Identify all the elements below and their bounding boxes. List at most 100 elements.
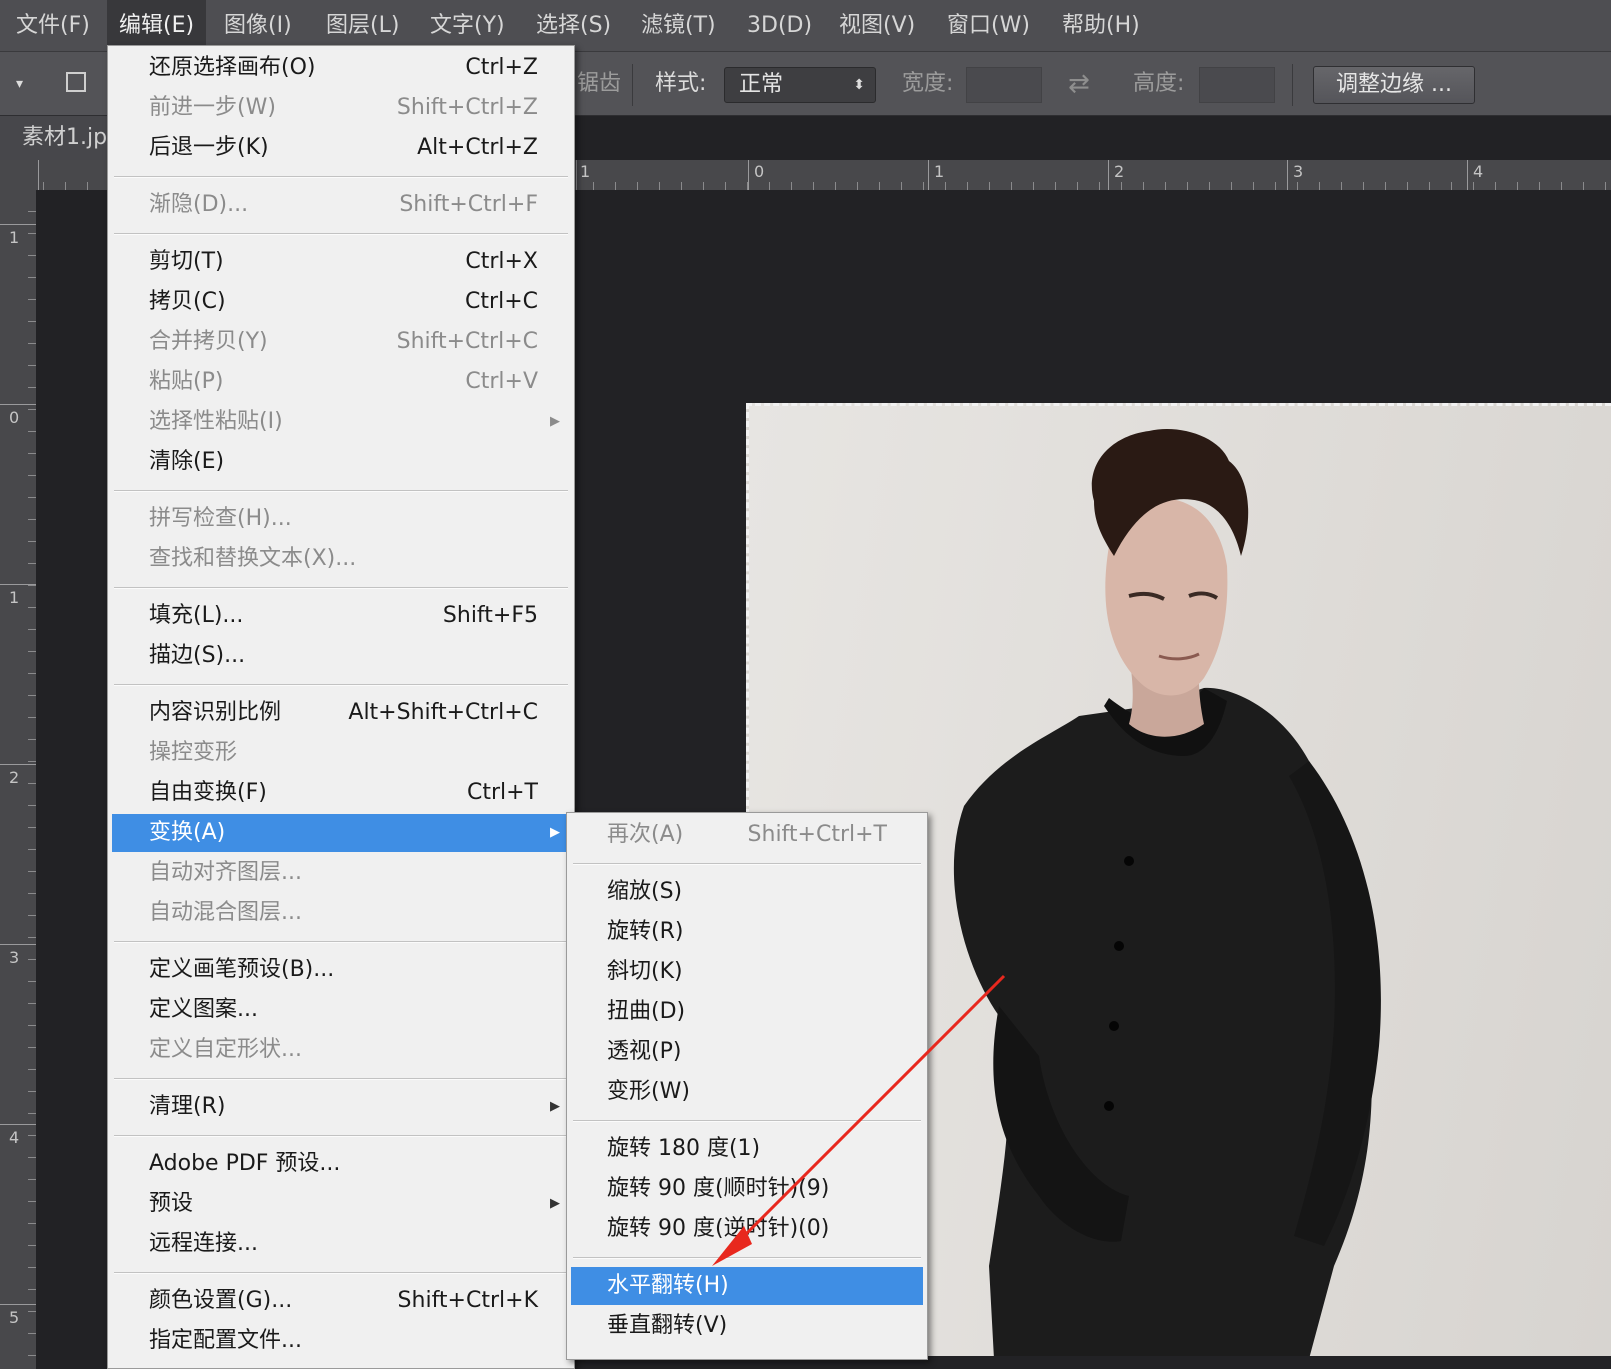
- menu-separator: [114, 1078, 568, 1080]
- menu-item-define-custom-shape[interactable]: 定义自定形状...: [112, 1031, 570, 1069]
- menu-separator: [114, 233, 568, 235]
- ruler-label: 1: [9, 588, 20, 607]
- ruler-label: 0: [754, 162, 765, 181]
- menu-separator: [114, 587, 568, 589]
- ruler-label: 4: [9, 1128, 20, 1147]
- options-separator: [1292, 64, 1293, 106]
- menu-item-rotate-180[interactable]: 旋转 180 度(1): [571, 1130, 923, 1168]
- menu-item-puppet-warp[interactable]: 操控变形: [112, 734, 570, 772]
- ruler-label: 5: [9, 1308, 20, 1327]
- width-input[interactable]: [966, 67, 1042, 103]
- ruler-tick: [0, 224, 36, 225]
- menu-item-content-aware-scale[interactable]: 内容识别比例 Alt+Shift+Ctrl+C: [112, 694, 570, 732]
- menu-item-rotate[interactable]: 旋转(R): [571, 913, 923, 951]
- ruler-label: 2: [1114, 162, 1125, 181]
- menu-filter[interactable]: 滤镜(T): [629, 0, 728, 52]
- menu-item-purge[interactable]: 清理(R) ▶: [112, 1088, 570, 1126]
- menu-item-paste[interactable]: 粘贴(P) Ctrl+V: [112, 363, 570, 401]
- ruler-label: 2: [9, 768, 20, 787]
- menu-item-stroke[interactable]: 描边(S)...: [112, 637, 570, 675]
- menu-item-auto-align-layers[interactable]: 自动对齐图层...: [112, 854, 570, 892]
- menu-item-flip-horizontal[interactable]: 水平翻转(H): [571, 1267, 923, 1305]
- ruler-label: 0: [9, 408, 20, 427]
- ruler-tick: [0, 1124, 36, 1125]
- menu-separator: [573, 1120, 921, 1122]
- menu-separator: [114, 1135, 568, 1137]
- menu-item-distort[interactable]: 扭曲(D): [571, 993, 923, 1031]
- menu-item-remote-connections[interactable]: 远程连接...: [112, 1225, 570, 1263]
- ruler-tick: [748, 160, 749, 190]
- menu-item-again[interactable]: 再次(A) Shift+Ctrl+T: [571, 816, 923, 854]
- menu-separator: [114, 941, 568, 943]
- ruler-label: 1: [580, 162, 591, 181]
- ruler-label: 1: [934, 162, 945, 181]
- ruler-tick: [0, 1304, 36, 1305]
- menu-item-check-spelling[interactable]: 拼写检查(H)...: [112, 500, 570, 538]
- ruler-tick: [576, 160, 577, 190]
- menu-item-auto-blend-layers[interactable]: 自动混合图层...: [112, 894, 570, 932]
- height-label: 高度:: [1133, 71, 1185, 96]
- menu-help[interactable]: 帮助(H): [1050, 0, 1152, 52]
- menu-separator: [114, 1272, 568, 1274]
- submenu-arrow-icon: ▶: [550, 825, 560, 840]
- ruler-label: 3: [9, 948, 20, 967]
- menu-item-copy[interactable]: 拷贝(C) Ctrl+C: [112, 283, 570, 321]
- menu-item-step-forward[interactable]: 前进一步(W) Shift+Ctrl+Z: [112, 89, 570, 127]
- select-arrows-icon: ⬍: [853, 77, 865, 93]
- menu-item-adobe-pdf-presets[interactable]: Adobe PDF 预设...: [112, 1145, 570, 1183]
- menu-item-rotate-90-cw[interactable]: 旋转 90 度(顺时针)(9): [571, 1170, 923, 1208]
- ruler-tick: [1108, 160, 1109, 190]
- menu-3d[interactable]: 3D(D): [735, 0, 824, 52]
- menu-file[interactable]: 文件(F): [4, 0, 102, 52]
- submenu-arrow-icon: ▶: [550, 1099, 560, 1114]
- menu-item-color-settings[interactable]: 颜色设置(G)... Shift+Ctrl+K: [112, 1282, 570, 1320]
- ruler-label: 4: [1473, 162, 1484, 181]
- ruler-tick: [38, 160, 39, 190]
- menu-item-skew[interactable]: 斜切(K): [571, 953, 923, 991]
- swap-dimensions-icon[interactable]: ⇄: [1068, 52, 1090, 116]
- menu-item-free-transform[interactable]: 自由变换(F) Ctrl+T: [112, 774, 570, 812]
- menu-item-copy-merged[interactable]: 合并拷贝(Y) Shift+Ctrl+C: [112, 323, 570, 361]
- menu-item-perspective[interactable]: 透视(P): [571, 1033, 923, 1071]
- style-select-value: 正常: [739, 72, 784, 97]
- ruler-tick: [0, 404, 36, 405]
- tool-preset-dropdown-icon[interactable]: ▾: [16, 52, 23, 116]
- document-tab[interactable]: 素材1.jp: [0, 116, 120, 160]
- ruler-origin[interactable]: [0, 160, 36, 190]
- menu-separator: [114, 176, 568, 178]
- menu-item-transform[interactable]: 变换(A) ▶: [112, 814, 570, 852]
- menu-item-clear[interactable]: 清除(E): [112, 443, 570, 481]
- menu-item-rotate-90-ccw[interactable]: 旋转 90 度(逆时针)(0): [571, 1210, 923, 1248]
- menu-item-undo-select-canvas[interactable]: 还原选择画布(O) Ctrl+Z: [112, 49, 570, 87]
- height-input[interactable]: [1199, 67, 1275, 103]
- menu-item-paste-special[interactable]: 选择性粘贴(I) ▶: [112, 403, 570, 441]
- menu-item-presets[interactable]: 预设 ▶: [112, 1185, 570, 1223]
- ruler-tick: [0, 584, 36, 585]
- options-separator: [632, 64, 633, 106]
- ruler-label: 1: [9, 228, 20, 247]
- menu-item-scale[interactable]: 缩放(S): [571, 873, 923, 911]
- menu-item-step-backward[interactable]: 后退一步(K) Alt+Ctrl+Z: [112, 129, 570, 167]
- style-select[interactable]: 正常 ⬍: [724, 67, 876, 103]
- refine-edge-button[interactable]: 调整边缘 ...: [1313, 66, 1475, 104]
- menu-item-cut[interactable]: 剪切(T) Ctrl+X: [112, 243, 570, 281]
- new-selection-icon[interactable]: [66, 72, 86, 92]
- edit-menu: 还原选择画布(O) Ctrl+Z 前进一步(W) Shift+Ctrl+Z 后退一步…: [107, 45, 575, 1369]
- menu-view[interactable]: 视图(V): [827, 0, 927, 52]
- menu-item-define-brush-preset[interactable]: 定义画笔预设(B)...: [112, 951, 570, 989]
- menu-separator: [114, 490, 568, 492]
- menu-item-fade[interactable]: 渐隐(D)... Shift+Ctrl+F: [112, 186, 570, 224]
- menu-separator: [573, 1257, 921, 1259]
- menu-item-assign-profile[interactable]: 指定配置文件...: [112, 1322, 570, 1360]
- ruler-label: 3: [1293, 162, 1304, 181]
- menu-item-warp[interactable]: 变形(W): [571, 1073, 923, 1111]
- menu-item-find-replace-text[interactable]: 查找和替换文本(X)...: [112, 540, 570, 578]
- menu-separator: [114, 684, 568, 686]
- menu-item-define-pattern[interactable]: 定义图案...: [112, 991, 570, 1029]
- width-label: 宽度:: [902, 71, 954, 96]
- submenu-arrow-icon: ▶: [550, 1196, 560, 1211]
- antialias-label: 锯齿: [577, 71, 622, 96]
- menu-item-fill[interactable]: 填充(L)... Shift+F5: [112, 597, 570, 635]
- menu-window[interactable]: 窗口(W): [935, 0, 1042, 52]
- menu-item-flip-vertical[interactable]: 垂直翻转(V): [571, 1307, 923, 1345]
